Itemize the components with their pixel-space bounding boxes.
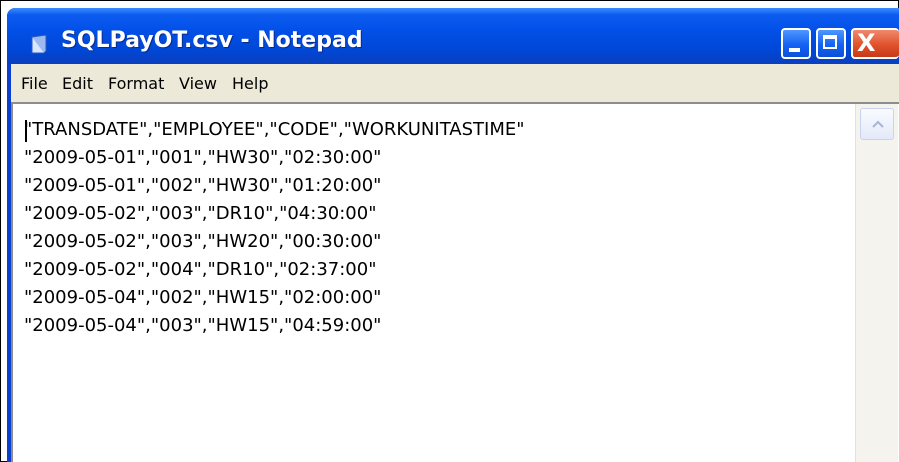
minimize-icon — [789, 48, 800, 52]
text-line: "2009-05-01","002","HW30","01:20:00" — [24, 175, 382, 196]
menu-file[interactable]: File — [21, 74, 48, 93]
text-line: "2009-05-04","002","HW15","02:00:00" — [24, 287, 382, 308]
maximize-button[interactable] — [816, 28, 846, 59]
text-line: "2009-05-02","003","DR10","04:30:00" — [24, 203, 377, 224]
text-line: "2009-05-04","003","HW15","04:59:00" — [24, 315, 382, 336]
menu-edit[interactable]: Edit — [62, 74, 93, 93]
editor-area[interactable]: "TRANSDATE","EMPLOYEE","CODE","WORKUNITA… — [11, 102, 899, 462]
window-title: SQLPayOT.csv - Notepad — [61, 28, 363, 53]
chevron-up-icon — [872, 120, 884, 128]
notepad-window: SQLPayOT.csv - Notepad X File Edit Forma… — [7, 8, 899, 462]
menu-bar: File Edit Format View Help — [11, 64, 899, 103]
menu-view[interactable]: View — [179, 74, 217, 93]
text-line: "TRANSDATE","EMPLOYEE","CODE","WORKUNITA… — [24, 119, 525, 140]
close-button[interactable]: X — [851, 28, 899, 59]
document-text[interactable]: "TRANSDATE","EMPLOYEE","CODE","WORKUNITA… — [24, 116, 854, 456]
minimize-button[interactable] — [781, 28, 811, 59]
text-line: "2009-05-02","004","DR10","02:37:00" — [24, 259, 377, 280]
title-bar[interactable]: SQLPayOT.csv - Notepad X — [7, 8, 899, 64]
text-line: "2009-05-01","001","HW30","02:30:00" — [24, 147, 382, 168]
text-caret — [25, 120, 27, 142]
close-icon: X — [857, 29, 876, 57]
vertical-scrollbar[interactable] — [855, 104, 898, 462]
scroll-up-button[interactable] — [860, 108, 894, 140]
notepad-icon — [31, 35, 47, 54]
menu-help[interactable]: Help — [232, 74, 268, 93]
maximize-icon — [823, 35, 837, 49]
menu-format[interactable]: Format — [108, 74, 164, 93]
text-line: "2009-05-02","003","HW20","00:30:00" — [24, 231, 382, 252]
